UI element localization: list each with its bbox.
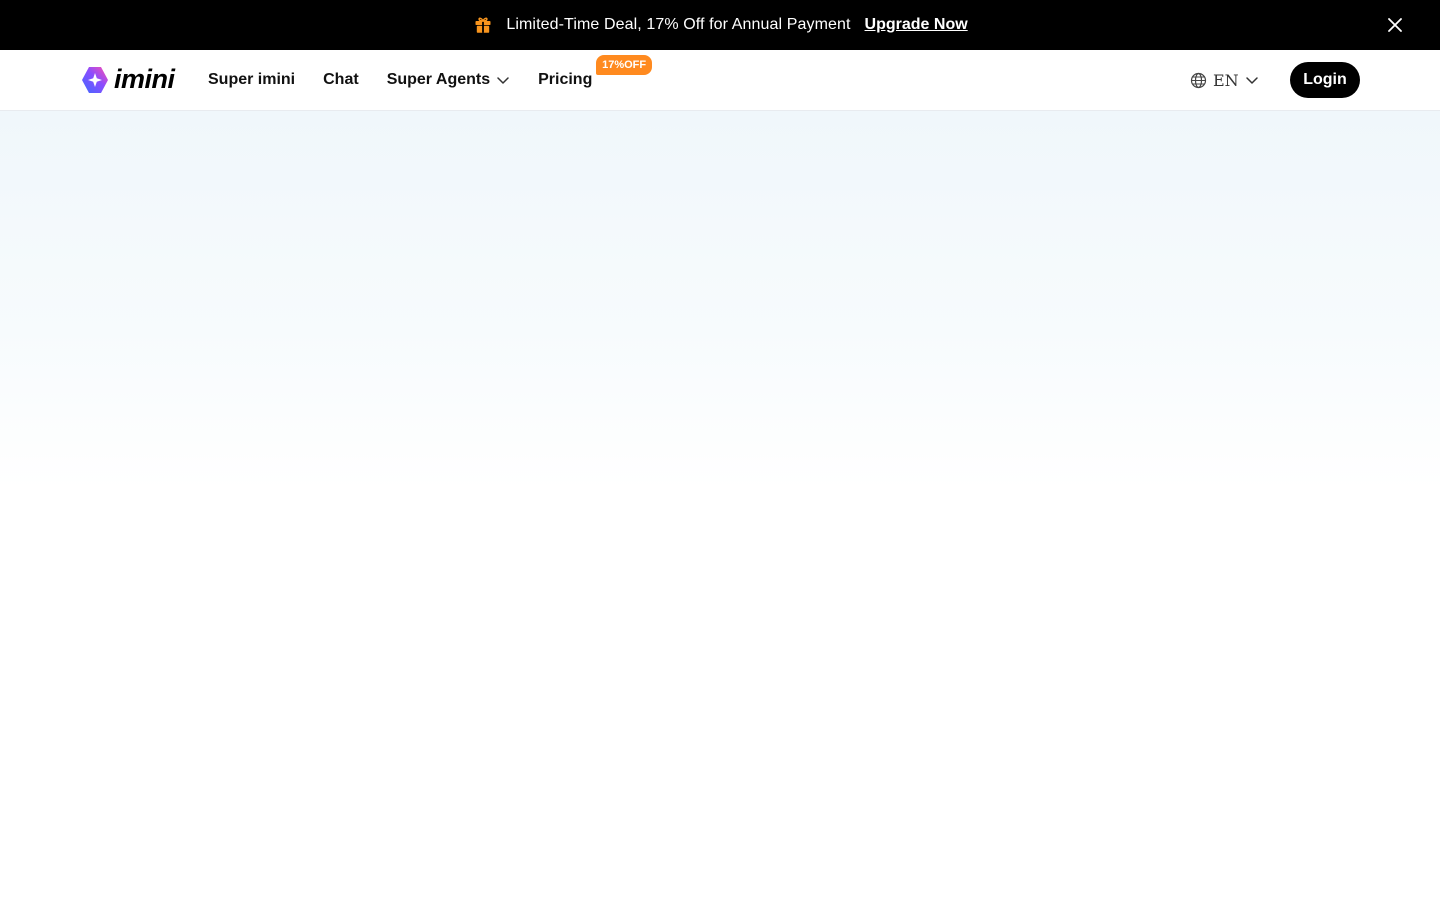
login-button[interactable]: Login: [1290, 62, 1360, 98]
language-value: EN: [1213, 70, 1239, 90]
promo-text: Limited-Time Deal, 17% Off for Annual Pa…: [506, 16, 851, 33]
nav-super-agents[interactable]: Super Agents: [387, 71, 510, 89]
nav-chat[interactable]: Chat: [323, 71, 359, 89]
gift-icon: [472, 14, 494, 36]
site-header: imini Super imini Chat Super Agents Pric…: [0, 50, 1440, 111]
logo-text: imini: [114, 63, 175, 94]
nav-pricing[interactable]: Pricing 17%OFF: [538, 55, 653, 89]
hero-background: [0, 111, 1440, 900]
close-icon[interactable]: [1384, 14, 1406, 36]
nav-label: Pricing: [538, 71, 593, 88]
chevron-down-icon: [1245, 73, 1259, 87]
main-nav: Super imini Chat Super Agents Pricing 17…: [208, 50, 653, 110]
globe-icon: [1190, 72, 1207, 89]
discount-badge: 17%OFF: [596, 55, 653, 75]
nav-label: Super imini: [208, 71, 296, 88]
logo[interactable]: imini: [80, 64, 175, 96]
promo-banner: Limited-Time Deal, 17% Off for Annual Pa…: [0, 0, 1440, 50]
chevron-down-icon: [496, 73, 510, 87]
nav-label: Chat: [323, 71, 359, 88]
language-selector[interactable]: EN: [1190, 68, 1259, 92]
nav-super-imini[interactable]: Super imini: [208, 71, 295, 89]
nav-label: Super Agents: [386, 71, 491, 88]
logo-mark-icon: [82, 67, 108, 93]
upgrade-now-link[interactable]: Upgrade Now: [865, 16, 968, 34]
promo-content: Limited-Time Deal, 17% Off for Annual Pa…: [472, 14, 968, 36]
